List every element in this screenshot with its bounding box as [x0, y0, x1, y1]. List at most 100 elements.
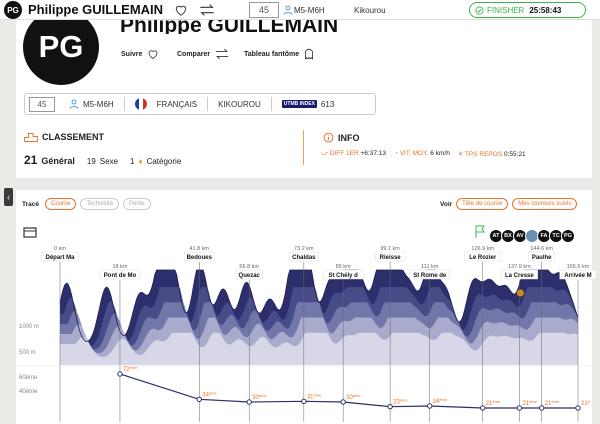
view-options: Voir Tête de course Mes coureurs suivis: [440, 198, 578, 210]
follow-label: Suivre: [121, 50, 143, 58]
rank-point[interactable]: [480, 405, 486, 411]
checkpoint-km: 56.8 km: [239, 264, 259, 270]
rank-axis-60: 60ème: [19, 375, 38, 381]
checkpoint-name: Bedoues: [187, 255, 213, 261]
club-item: KIKOUROU: [218, 99, 261, 109]
rest-label: TPS REPOS: [464, 151, 503, 158]
france-flag-icon: [134, 98, 147, 110]
checkpoint-name: Le Rozier: [469, 255, 497, 261]
rank-point[interactable]: [301, 398, 307, 405]
sexe-rank: 19: [86, 157, 96, 166]
rest-icon: ✳: [457, 151, 465, 158]
finisher-label: FINISHER: [487, 5, 525, 15]
checkpoint-name: Quezac: [239, 273, 261, 279]
rank-label: 31ème: [307, 392, 322, 400]
diff-icon: ⤻: [321, 150, 330, 157]
checkpoint-name: Arrivée M: [564, 273, 591, 279]
rank-line: [119, 373, 578, 409]
rank-label: 21e: [581, 399, 591, 407]
compare-label: Comparer: [177, 50, 211, 58]
checkpoint-name: La Cresse: [505, 273, 534, 279]
tab-course[interactable]: Course: [45, 198, 77, 210]
check-circle-icon: [475, 5, 484, 15]
utmb-index-value: 613: [320, 99, 335, 109]
podium-icon: [24, 133, 38, 142]
ghost-table-button[interactable]: Tableau fantôme: [244, 48, 315, 60]
rank-label: 21ème: [486, 399, 501, 407]
checkpoint-km: 18 km: [112, 264, 127, 270]
rank-point[interactable]: [427, 403, 433, 409]
checkpoint-km: 155.5 km: [567, 264, 590, 270]
trace-tabs: Tracé Course Technicité Pente: [22, 198, 151, 210]
rank-label: 24ème: [433, 397, 448, 405]
tab-pente[interactable]: Pente: [123, 198, 151, 210]
runner-details-bar: 45 M5-M6H FRANÇAIS KIKOUROU UTMB INDEX 6…: [24, 93, 376, 115]
finish-flag-icon: [475, 225, 485, 238]
divider: [303, 130, 304, 165]
checkpoint-km: 85 km: [336, 264, 351, 270]
medal-icon: ♦: [138, 157, 143, 166]
compare-icon: [216, 48, 229, 60]
club: Kikourou: [354, 6, 386, 15]
general-label: Général: [41, 156, 75, 166]
compare-icon[interactable]: [199, 3, 215, 17]
category-item: M5-M6H: [55, 99, 124, 109]
checkpoint-name: St Chély d: [328, 273, 358, 279]
rank-point[interactable]: [387, 403, 393, 410]
diff-value: +6:37:13: [360, 150, 386, 157]
info-icon: [323, 132, 334, 143]
nationality-item: FRANÇAIS: [125, 98, 207, 110]
diff-label: DIFF 1ER: [329, 150, 359, 157]
rank-point[interactable]: [516, 405, 523, 411]
sexe-label: Sexe: [99, 157, 119, 166]
info-values: ⤻ DIFF 1ER +6:37:13 ◔ VIT. MOY. 6 km/h ✳…: [321, 150, 526, 158]
rank-label: 34ème: [202, 390, 217, 398]
classement-values: 21 Général 19 Sexe 1 ♦ Catégorie: [24, 153, 181, 167]
ghost-icon: [305, 48, 314, 60]
trace-label: Tracé: [22, 200, 39, 208]
runner-position-marker[interactable]: [515, 288, 525, 298]
follow-button[interactable]: Suivre: [121, 48, 160, 60]
rank-point[interactable]: [340, 399, 346, 405]
elevation-rank-chart: 0 km Départ Ma 18 km Pont de Mo 41.8 km Bedou…: [16, 225, 597, 422]
checkpoint-name: Rieisse: [380, 255, 402, 261]
compare-button[interactable]: Comparer: [177, 48, 230, 60]
heart-icon: [149, 50, 158, 59]
rank-point[interactable]: [538, 405, 545, 411]
heart-icon[interactable]: [174, 3, 188, 17]
rank-axis-40: 40ème: [19, 389, 38, 395]
rest-value: 0:55:21: [503, 151, 526, 158]
elev-label-500: 500 m: [19, 350, 36, 356]
checkpoint-km: 0 km: [54, 246, 66, 252]
checkpoint-km: 41.8 km: [189, 246, 209, 252]
checkpoint-name: Pont de Mo: [104, 273, 137, 279]
ghost-label: Tableau fantôme: [244, 50, 300, 58]
collapse-sidebar-button[interactable]: ‹: [4, 188, 13, 206]
checkpoint-km: 126.9 km: [471, 246, 494, 252]
speed-value: 6 km/h: [430, 150, 450, 157]
rank-label: 30ème: [346, 393, 361, 401]
tab-technicite[interactable]: Technicité: [80, 198, 120, 210]
cat-label: Catégorie: [146, 157, 182, 166]
checkpoint-km: 73.2 km: [294, 246, 314, 252]
avatar-small: PG: [4, 1, 22, 19]
rank-point[interactable]: [575, 405, 581, 411]
rank-label: 30ème: [252, 393, 267, 401]
followed-runners-button[interactable]: Mes coureurs suivis: [512, 198, 578, 210]
tete-course-button[interactable]: Tête de course: [456, 198, 509, 210]
avatar: PG: [23, 9, 99, 85]
checkpoint-name: Départ Ma: [45, 255, 75, 261]
category: M5-M6H: [294, 6, 325, 15]
finisher-badge: FINISHER 25:58:43: [469, 2, 586, 18]
rank-point[interactable]: [117, 371, 123, 377]
utmb-index-item: UTMB INDEX 613: [272, 100, 344, 109]
rank-point[interactable]: [196, 396, 202, 403]
rank-label: 23ème: [393, 398, 408, 406]
user-icon: [283, 5, 293, 15]
info-heading: INFO: [323, 132, 360, 143]
speed-label: VIT. MOY.: [399, 150, 429, 157]
info-title: INFO: [338, 132, 360, 143]
checkpoint-km: 99.1 km: [380, 246, 400, 252]
cat-rank: 1: [130, 157, 135, 166]
rank-point[interactable]: [246, 399, 252, 405]
